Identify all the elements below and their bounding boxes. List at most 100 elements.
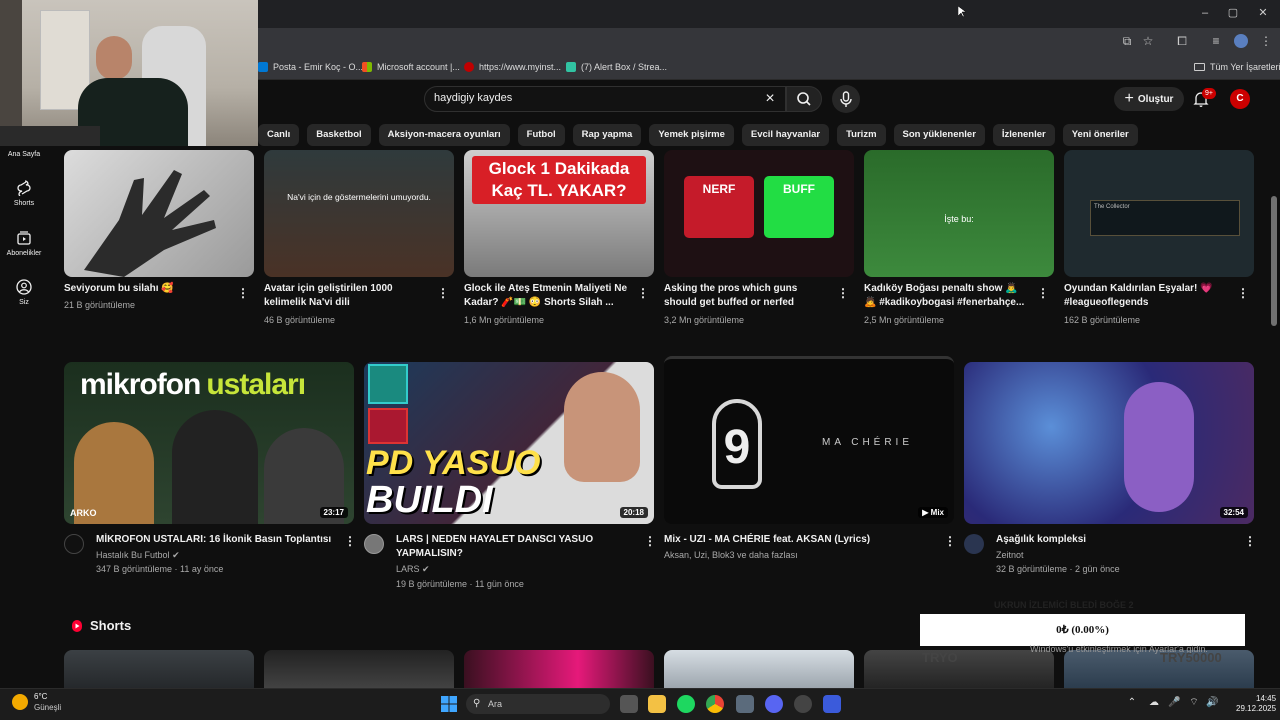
create-button[interactable]: + Oluştur — [1114, 87, 1184, 111]
video-views: 162 B görüntüleme — [1064, 315, 1141, 325]
video-title[interactable]: LARS | NEDEN HAYALET DANSCI YASUO YAPMALI… — [396, 533, 636, 561]
video-thumbnail[interactable]: Na'vi için de göstermelerini umuyordu. — [264, 150, 454, 277]
channel-avatar[interactable] — [964, 534, 984, 554]
bookmark-item[interactable]: https://www.myinst... — [464, 59, 561, 75]
video-title[interactable]: Kadıköy Boğası penaltı show 🙇‍♂️ 🙇 #kadik… — [864, 282, 1036, 310]
windows-start-icon[interactable] — [440, 695, 458, 713]
chip[interactable]: Futbol — [517, 124, 565, 146]
volume-icon[interactable]: 🔊 — [1206, 697, 1218, 709]
microphone-icon[interactable]: 🎤 — [1168, 697, 1180, 709]
clear-search-icon[interactable]: × — [762, 90, 778, 108]
short-thumbnail[interactable] — [64, 650, 254, 690]
short-thumbnail[interactable] — [664, 650, 854, 690]
channel-avatar[interactable] — [364, 534, 384, 554]
sidebar-item-shorts[interactable]: Shorts — [0, 180, 48, 207]
chip[interactable]: Rap yapma — [572, 124, 642, 146]
video-thumbnail[interactable]: İşte bu: — [864, 150, 1054, 277]
chip[interactable]: Turizm — [837, 124, 886, 146]
video-thumbnail[interactable]: 32:54 — [964, 362, 1254, 524]
chip[interactable]: Son yüklenenler — [893, 124, 985, 146]
more-options-icon[interactable]: ⋮ — [944, 534, 956, 548]
more-options-icon[interactable]: ⋮ — [437, 286, 449, 300]
video-title[interactable]: Oyundan Kaldırılan Eşyalar! 💗 #leagueofle… — [1064, 282, 1234, 310]
chip[interactable]: Basketbol — [307, 124, 371, 146]
short-thumbnail[interactable] — [264, 650, 454, 690]
voice-search-button[interactable] — [832, 85, 860, 113]
app-icon[interactable] — [736, 695, 754, 713]
all-bookmarks[interactable]: Tüm Yer İşaretleri — [1194, 59, 1280, 75]
more-options-icon[interactable]: ⋮ — [237, 286, 249, 300]
spotify-icon[interactable] — [677, 695, 695, 713]
maximize-button[interactable]: ▢ — [1218, 4, 1248, 22]
sidebar-item-home[interactable]: Ana Sayfa — [0, 151, 48, 158]
chip[interactable]: Yemek pişirme — [649, 124, 734, 146]
short-thumbnail[interactable] — [1064, 650, 1254, 690]
video-title[interactable]: Mix - UZI - MA CHÉRIE feat. AKSAN (Lyric… — [664, 533, 934, 547]
wifi-icon[interactable]: ⌔ — [1188, 697, 1200, 709]
folder-icon — [1194, 63, 1205, 71]
cloud-icon[interactable]: ☁ — [1148, 697, 1160, 709]
video-title[interactable]: Aşağılık kompleksi — [996, 533, 1236, 547]
taskbar-search[interactable]: Ara — [466, 694, 610, 714]
chevron-up-icon[interactable]: ⌃ — [1126, 697, 1138, 709]
short-thumbnail[interactable] — [464, 650, 654, 690]
cast-icon[interactable]: ⧉ — [1119, 33, 1135, 49]
thumbnail-caption: Na'vi için de göstermelerini umuyordu. — [287, 192, 431, 202]
close-window-button[interactable]: ✕ — [1248, 4, 1278, 22]
extensions-icon[interactable]: ⧠ — [1174, 33, 1190, 49]
video-thumbnail[interactable]: NERF BUFF — [664, 150, 854, 277]
more-options-icon[interactable]: ⋮ — [837, 286, 849, 300]
more-options-icon[interactable]: ⋮ — [1244, 534, 1256, 548]
minimize-button[interactable]: – — [1190, 4, 1220, 22]
channel-name[interactable]: Zeitnot — [996, 548, 1024, 562]
chip[interactable]: Yeni öneriler — [1062, 124, 1138, 146]
bookmark-star-icon[interactable]: ☆ — [1140, 33, 1156, 49]
system-clock[interactable]: 14:45 29.12.2025 — [1236, 694, 1276, 714]
channel-avatar[interactable] — [64, 534, 84, 554]
video-thumbnail[interactable]: 9 MA CHÉRIE ▶ Mix — [664, 356, 954, 524]
obs-icon[interactable] — [794, 695, 812, 713]
bookmark-item[interactable]: (7) Alert Box / Strea... — [566, 59, 667, 75]
menu-kebab-icon[interactable]: ⋮ — [1258, 33, 1274, 49]
video-thumbnail[interactable]: mikrofon ustaları ARKO 23:17 — [64, 362, 354, 524]
file-explorer-icon[interactable] — [648, 695, 666, 713]
search-button[interactable] — [786, 86, 822, 112]
video-thumbnail[interactable]: Glock 1 Dakikada Kaç TL. YAKAR? — [464, 150, 654, 277]
bookmark-label: Microsoft account |... — [377, 62, 460, 72]
media-icon[interactable]: ≡ — [1208, 33, 1224, 49]
chrome-icon[interactable] — [706, 695, 724, 713]
video-thumbnail[interactable]: The Collector — [1064, 150, 1254, 277]
sidebar-item-subscriptions[interactable]: Abonelikler — [0, 230, 48, 257]
more-options-icon[interactable]: ⋮ — [644, 534, 656, 548]
video-meta: 347 B görüntüleme · 11 ay önce — [96, 564, 224, 574]
bookmark-item[interactable]: Posta - Emir Koç - O... — [258, 59, 363, 75]
chip[interactable]: Evcil hayvanlar — [741, 124, 830, 146]
short-thumbnail[interactable] — [864, 650, 1054, 690]
video-thumbnail[interactable]: PD YASUO BUILDI 20:18 — [364, 362, 654, 524]
video-thumbnail[interactable] — [64, 150, 254, 277]
bookmark-item[interactable]: Microsoft account |... — [362, 59, 460, 75]
video-title[interactable]: Glock ile Ateş Etmenin Maliyeti Ne Kadar?… — [464, 282, 636, 310]
more-options-icon[interactable]: ⋮ — [1037, 286, 1049, 300]
chip[interactable]: Aksiyon-macera oyunları — [378, 124, 510, 146]
more-options-icon[interactable]: ⋮ — [1237, 286, 1249, 300]
channel-name[interactable]: LARS ✔ — [396, 562, 430, 576]
thumbnail-pendant: 9 — [712, 399, 762, 489]
profile-icon[interactable] — [1234, 34, 1248, 48]
weather-widget[interactable]: 6°C Güneşli — [12, 692, 72, 716]
discord-icon[interactable] — [765, 695, 783, 713]
account-avatar[interactable]: C — [1230, 89, 1250, 109]
page-scrollbar[interactable] — [1271, 196, 1277, 326]
video-title[interactable]: Avatar için geliştirilen 1000 kelimelik N… — [264, 282, 434, 310]
channel-name[interactable]: Hastalık Bu Futbol ✔ — [96, 548, 180, 562]
video-title[interactable]: Asking the pros which guns should get buf… — [664, 282, 834, 310]
video-title[interactable]: Seviyorum bu silahı 🥰 — [64, 282, 234, 296]
app-icon[interactable] — [823, 695, 841, 713]
more-options-icon[interactable]: ⋮ — [344, 534, 356, 548]
chip[interactable]: Canlı — [258, 124, 300, 146]
chip[interactable]: İzlenenler — [992, 124, 1055, 146]
task-view-icon[interactable] — [620, 695, 638, 713]
video-title[interactable]: MİKROFON USTALARI: 16 İkonik Basın Topla… — [96, 533, 336, 547]
sidebar-item-you[interactable]: Siz — [0, 279, 48, 306]
more-options-icon[interactable]: ⋮ — [637, 286, 649, 300]
